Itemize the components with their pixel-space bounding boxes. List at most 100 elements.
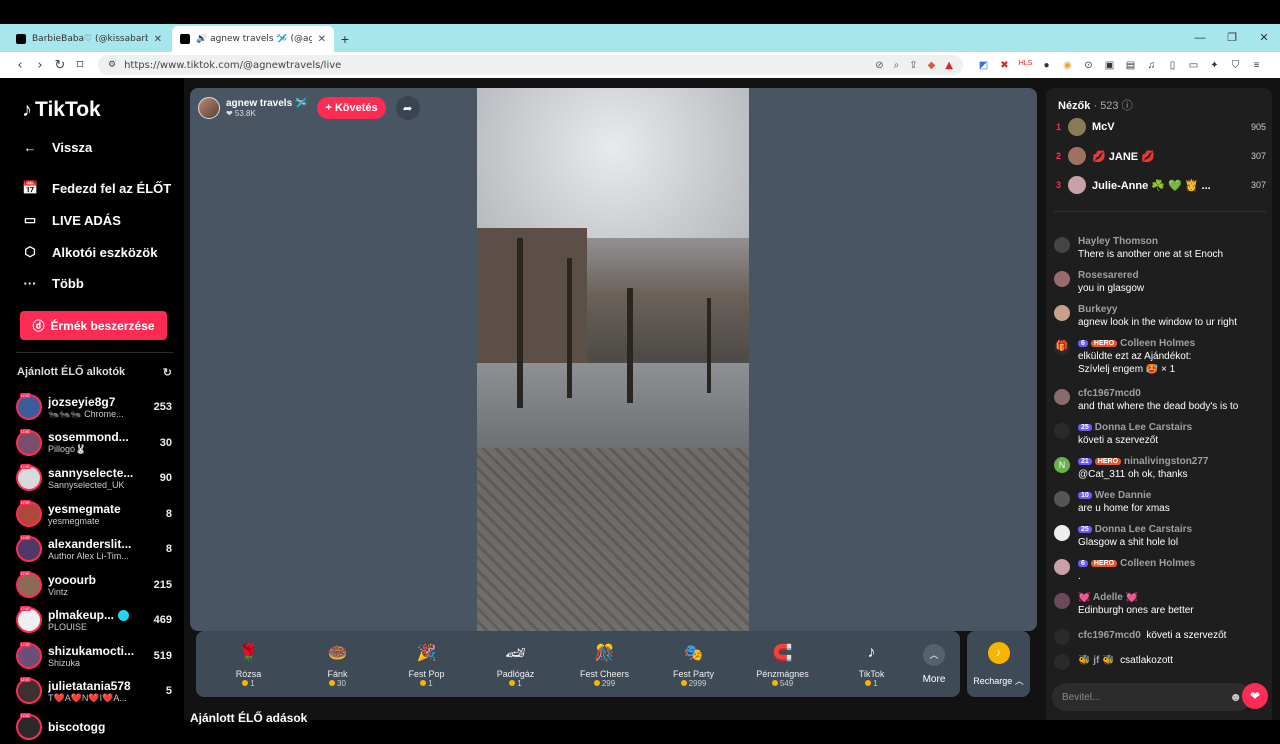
music-icon[interactable]: ♫ <box>1141 60 1162 71</box>
chat-inline-line: 🐝 jf 🐝 csatlakozott <box>1078 655 1269 666</box>
gift-item[interactable]: ♪ TikTok 1 <box>827 641 916 688</box>
browser-tab-agnew[interactable]: 🔊 agnew travels 🛩️ (@agnewtr ✕ <box>172 26 334 52</box>
recommended-creator[interactable]: alexanderslit... Author Alex Li-Tim... 8 <box>16 532 172 566</box>
extension-icon[interactable]: ⊙ <box>1078 60 1099 71</box>
new-tab-button[interactable]: + <box>334 26 356 52</box>
chat-username[interactable]: Burkeyy <box>1078 304 1117 315</box>
host-name[interactable]: agnew travels 🛩️ <box>226 98 307 109</box>
emoji-icon[interactable]: ☻ <box>1229 690 1242 704</box>
top-viewer-row[interactable]: 3 Julie-Anne ☘️ 💚 👸 ... 307 <box>1056 174 1266 196</box>
chat-body: cfc1967mcd0 and that where the dead body… <box>1078 388 1269 412</box>
sidebar-item-explore-live[interactable]: 📅 Fedezd fel az ÉLŐT <box>22 180 182 196</box>
chat-username[interactable]: Colleen Holmes <box>1120 338 1195 349</box>
recommended-creator[interactable]: plmakeup... PLOUISE 469 <box>16 603 172 637</box>
chat-message: Rosesarered you in glasgow <box>1054 270 1269 294</box>
sidebar-item-label: Több <box>52 276 84 291</box>
browser-toolbar: ‹ › ↻ ⌑ ⚙ https://www.tiktok.com/@agnewt… <box>0 52 1280 78</box>
more-gifts-button[interactable]: ︿ More <box>916 643 952 685</box>
chat-avatar <box>1054 593 1070 609</box>
host-avatar[interactable] <box>198 97 220 119</box>
site-info-icon[interactable]: ⚙ <box>108 60 116 70</box>
extension-icon[interactable]: ▣ <box>1099 60 1120 71</box>
extensions-icon[interactable]: ✦ <box>1204 60 1225 71</box>
close-tab-icon[interactable]: ✕ <box>318 34 326 45</box>
live-player[interactable]: agnew travels 🛩️ ❤ 53.8K + Követés ➦ <box>190 88 1037 631</box>
chat-username[interactable]: Rosesarered <box>1078 270 1139 281</box>
menu-icon[interactable]: ≡ <box>1246 60 1267 71</box>
chat-username[interactable]: cfc1967mcd0 <box>1078 388 1141 399</box>
bookmark-icon[interactable]: ⌑ <box>70 58 90 73</box>
chat-username[interactable]: Hayley Thomson <box>1078 236 1158 247</box>
gift-icon: 🎊 <box>594 644 615 662</box>
gift-item[interactable]: 🧲 Pénzmágnes 549 <box>738 641 827 688</box>
chat-username[interactable]: Donna Lee Carstairs <box>1095 524 1192 535</box>
maximize-button[interactable]: ❐ <box>1216 24 1248 52</box>
gift-item[interactable]: 🎊 Fest Cheers 299 <box>560 641 649 688</box>
recommended-creator[interactable]: jozseyie8g7 🐜🐜🐜 Chrome... 253 <box>16 390 172 424</box>
recommended-creator[interactable]: julietatania578 T❤️A❤️N❤️I❤️A... 5 <box>16 674 172 708</box>
minimize-button[interactable]: — <box>1184 24 1216 52</box>
wallet-icon[interactable]: ▭ <box>1183 60 1204 71</box>
like-heart-button[interactable]: ❤ <box>1242 683 1268 709</box>
vpn-icon[interactable]: ⛉ <box>1225 60 1246 71</box>
gift-item[interactable]: 🎉 Fest Pop 1 <box>382 641 471 688</box>
viewers-header[interactable]: Nézők · 523 ⓘ <box>1058 97 1133 113</box>
zoom-icon[interactable]: ⌕ <box>894 60 900 71</box>
creator-name: sannyselecte... <box>48 466 134 480</box>
recommended-creator[interactable]: yooourb Vintz 215 <box>16 568 172 602</box>
creator-info: yesmegmate yesmegmate <box>48 502 146 526</box>
extension-icon[interactable]: ▤ <box>1120 60 1141 71</box>
chat-message: 🎁 6 HERO Colleen Holmes elküldte ezt az Aj… <box>1054 338 1269 375</box>
top-viewer-row[interactable]: 2 💋 JANE 💋 307 <box>1056 145 1266 167</box>
recommended-creator[interactable]: biscotogg <box>16 710 172 744</box>
browser-tab-barbie[interactable]: BarbieBaba♡ (@kissabarbie) ÉLŐ at ✕ <box>8 26 170 52</box>
sidebar-item-creator-tools[interactable]: ⬡ Alkotói eszközök <box>22 244 182 260</box>
recharge-button[interactable]: ♪ Recharge ︿ <box>967 631 1030 697</box>
gift-item[interactable]: 🌹 Rózsa 1 <box>204 641 293 688</box>
close-tab-icon[interactable]: ✕ <box>154 34 162 45</box>
chat-input[interactable]: Bevitel... ☻ <box>1052 683 1252 711</box>
tiktok-logo[interactable]: ♪ TikTok <box>22 98 101 122</box>
chat-username[interactable]: ninalivingston277 <box>1124 456 1208 467</box>
gift-item[interactable]: 🍩 Fánk 30 <box>293 641 382 688</box>
chat-username[interactable]: cfc1967mcd0 <box>1078 630 1141 641</box>
translate-icon[interactable]: ⊘ <box>875 60 883 71</box>
sidebar-icon[interactable]: ▯ <box>1162 60 1183 71</box>
close-window-button[interactable]: ✕ <box>1248 24 1280 52</box>
rewards-icon[interactable]: ▲ <box>945 60 953 71</box>
chat-username[interactable]: 🐝 jf 🐝 <box>1078 655 1115 666</box>
creator-avatar <box>16 606 42 633</box>
recommended-creator[interactable]: sannyselecte... Sannyselected_UK 90 <box>16 461 172 495</box>
share-icon[interactable]: ⇪ <box>909 60 917 71</box>
refresh-icon[interactable]: ↻ <box>163 366 172 379</box>
sidebar-item-back[interactable]: ← Vissza <box>22 140 182 155</box>
share-button[interactable]: ➦ <box>395 96 420 120</box>
top-viewer-row[interactable]: 1 McV 905 <box>1056 116 1266 138</box>
recommended-creator[interactable]: yesmegmate yesmegmate 8 <box>16 497 172 531</box>
forward-icon[interactable]: › <box>30 58 50 73</box>
extension-icon[interactable]: ✖ <box>994 60 1015 71</box>
extension-icon[interactable]: ◉ <box>1057 60 1078 71</box>
live-video[interactable] <box>477 88 749 631</box>
follow-button[interactable]: + Követés <box>317 97 386 119</box>
address-bar[interactable]: ⚙ https://www.tiktok.com/@agnewtravels/l… <box>98 55 963 75</box>
extension-icon[interactable]: ● <box>1036 60 1057 71</box>
recommended-creator[interactable]: shizukamocti... Shizuka 519 <box>16 639 172 673</box>
sidebar-item-go-live[interactable]: ▭ LIVE ADÁS <box>22 212 182 228</box>
extension-icon[interactable]: HLS <box>1015 60 1036 71</box>
back-icon[interactable]: ‹ <box>10 58 30 73</box>
shield-icon[interactable]: ◆ <box>928 60 936 71</box>
chat-username[interactable]: Wee Dannie <box>1095 490 1152 501</box>
reload-icon[interactable]: ↻ <box>50 58 70 73</box>
recommended-creator[interactable]: sosemmond... Pillogó🐰 30 <box>16 426 172 460</box>
sidebar-item-more[interactable]: ··· Több <box>22 276 182 291</box>
chat-username[interactable]: Donna Lee Carstairs <box>1095 422 1192 433</box>
chat-body: Rosesarered you in glasgow <box>1078 270 1269 294</box>
gift-item[interactable]: 🎭 Fest Party 2999 <box>649 641 738 688</box>
extension-icon[interactable]: ◩ <box>973 60 994 71</box>
chat-username[interactable]: 💓 Adelle 💓 <box>1078 592 1138 603</box>
chat-username[interactable]: Colleen Holmes <box>1120 558 1195 569</box>
creator-viewer-count: 8 <box>165 507 172 520</box>
get-coins-button[interactable]: ⓓ Érmék beszerzése <box>20 311 167 340</box>
gift-item[interactable]: 🏎 Padlógáz 1 <box>471 641 560 688</box>
